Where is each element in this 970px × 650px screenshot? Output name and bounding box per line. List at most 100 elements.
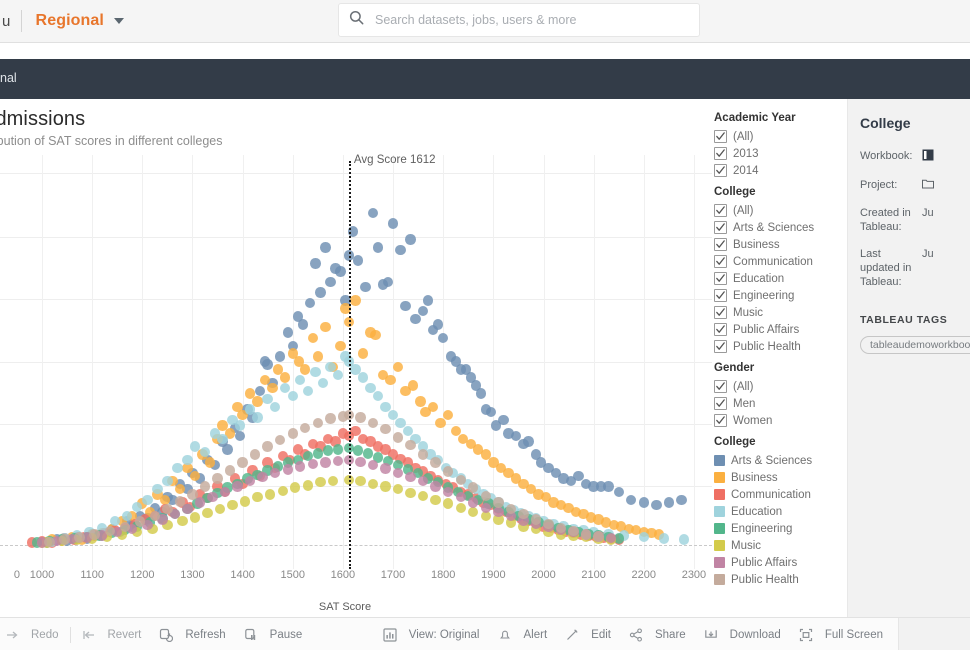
redo-button[interactable]: Redo — [0, 618, 68, 650]
scatter-point[interactable] — [202, 507, 213, 519]
legend-item-public-health[interactable]: Public Health — [714, 571, 847, 588]
scatter-point[interactable] — [275, 351, 286, 362]
scatter-point[interactable] — [325, 413, 336, 424]
scatter-point[interactable] — [613, 486, 624, 498]
scatter-point[interactable] — [232, 481, 243, 492]
scatter-point[interactable] — [568, 525, 579, 537]
scatter-point[interactable] — [295, 375, 306, 386]
scatter-point[interactable] — [430, 457, 441, 468]
checkbox-checked-icon[interactable] — [714, 164, 727, 177]
scatter-point[interactable] — [372, 242, 384, 253]
scatter-point[interactable] — [224, 465, 236, 476]
scatter-point[interactable] — [227, 499, 238, 511]
scatter-point[interactable] — [44, 536, 55, 547]
scatter-point[interactable] — [352, 445, 364, 456]
scatter-point[interactable] — [189, 441, 201, 452]
revert-button[interactable]: Revert — [73, 618, 151, 650]
scatter-point[interactable] — [468, 506, 479, 518]
scatter-point[interactable] — [142, 494, 153, 506]
scatter-point[interactable] — [505, 503, 517, 515]
legend-item-engineering[interactable]: Engineering — [714, 520, 847, 537]
filter-item-education[interactable]: Education — [714, 270, 847, 287]
checkbox-checked-icon[interactable] — [714, 238, 727, 251]
chevron-down-icon[interactable] — [113, 18, 124, 24]
scatter-point[interactable] — [367, 460, 379, 471]
scatter-point[interactable] — [417, 476, 429, 487]
scatter-point[interactable] — [367, 478, 379, 490]
checkbox-checked-icon[interactable] — [714, 272, 727, 285]
scatter-point[interactable] — [234, 430, 246, 442]
filter-item-2014[interactable]: 2014 — [714, 162, 847, 179]
scatter-point[interactable] — [222, 444, 233, 455]
filter-item-business[interactable]: Business — [714, 236, 847, 253]
filter-item-public-health[interactable]: Public Health — [714, 338, 847, 355]
scatter-point[interactable] — [307, 332, 318, 343]
scatter-point[interactable] — [380, 481, 391, 492]
scatter-point[interactable] — [305, 298, 316, 309]
checkbox-checked-icon[interactable] — [714, 221, 727, 234]
scatter-point[interactable] — [593, 531, 604, 542]
scatter-point[interactable] — [315, 477, 326, 488]
scatter-point[interactable] — [312, 417, 324, 428]
legend-item-business[interactable]: Business — [714, 469, 847, 486]
scatter-point[interactable] — [269, 468, 281, 479]
scatter-point[interactable] — [174, 496, 186, 507]
scatter-point[interactable] — [443, 409, 454, 420]
scatter-point[interactable] — [417, 449, 429, 460]
scatter-point[interactable] — [335, 266, 346, 277]
site-name-label[interactable]: Regional — [36, 12, 104, 30]
refresh-button[interactable]: Refresh — [150, 618, 234, 650]
detail-value[interactable] — [922, 149, 934, 165]
scatter-point[interactable] — [264, 489, 276, 500]
scatter-point[interactable] — [405, 439, 416, 451]
scatter-point[interactable] — [480, 502, 492, 513]
scatter-plot[interactable]: Avg Score 1612 — [0, 154, 712, 569]
brand-logo-text[interactable]: u — [0, 13, 11, 30]
scatter-point[interactable] — [312, 351, 324, 362]
scatter-point[interactable] — [663, 497, 675, 508]
scatter-point[interactable] — [149, 510, 161, 521]
scatter-point[interactable] — [355, 456, 366, 468]
scatter-point[interactable] — [189, 512, 201, 523]
scatter-point[interactable] — [194, 497, 206, 508]
scatter-point[interactable] — [152, 484, 163, 495]
scatter-point[interactable] — [387, 218, 399, 229]
scatter-point[interactable] — [275, 434, 286, 445]
filter-item-communication[interactable]: Communication — [714, 253, 847, 270]
scatter-point[interactable] — [234, 420, 246, 431]
scatter-point[interactable] — [187, 489, 198, 500]
scatter-point[interactable] — [405, 487, 416, 499]
alert-button[interactable]: Alert — [489, 618, 557, 650]
scatter-point[interactable] — [380, 423, 391, 435]
scatter-point[interactable] — [327, 476, 339, 487]
scatter-point[interactable] — [252, 412, 263, 423]
filter-item-men[interactable]: Men — [714, 395, 847, 412]
scatter-point[interactable] — [350, 295, 361, 306]
legend-item-communication[interactable]: Communication — [714, 486, 847, 503]
scatter-point[interactable] — [367, 207, 379, 219]
filter-item-music[interactable]: Music — [714, 304, 847, 321]
scatter-point[interactable] — [410, 313, 421, 325]
detail-value[interactable] — [922, 178, 934, 193]
filter-item-women[interactable]: Women — [714, 412, 847, 429]
scatter-point[interactable] — [355, 476, 366, 487]
scatter-point[interactable] — [443, 486, 454, 498]
scatter-point[interactable] — [162, 476, 173, 487]
scatter-point[interactable] — [134, 516, 145, 527]
scatter-point[interactable] — [603, 481, 614, 492]
scatter-point[interactable] — [638, 531, 649, 543]
global-search-box[interactable] — [338, 3, 700, 37]
scatter-point[interactable] — [432, 319, 444, 330]
edit-button[interactable]: Edit — [556, 618, 620, 650]
checkbox-checked-icon[interactable] — [714, 255, 727, 268]
filter-item-public-affairs[interactable]: Public Affairs — [714, 321, 847, 338]
scatter-point[interactable] — [277, 485, 288, 496]
checkbox-checked-icon[interactable] — [714, 414, 727, 427]
checkbox-checked-icon[interactable] — [714, 204, 727, 217]
checkbox-checked-icon[interactable] — [714, 289, 727, 302]
scatter-point[interactable] — [219, 486, 231, 498]
scatter-point[interactable] — [415, 396, 426, 407]
scatter-point[interactable] — [244, 476, 256, 487]
scatter-point[interactable] — [109, 515, 120, 527]
scatter-point[interactable] — [382, 276, 394, 288]
